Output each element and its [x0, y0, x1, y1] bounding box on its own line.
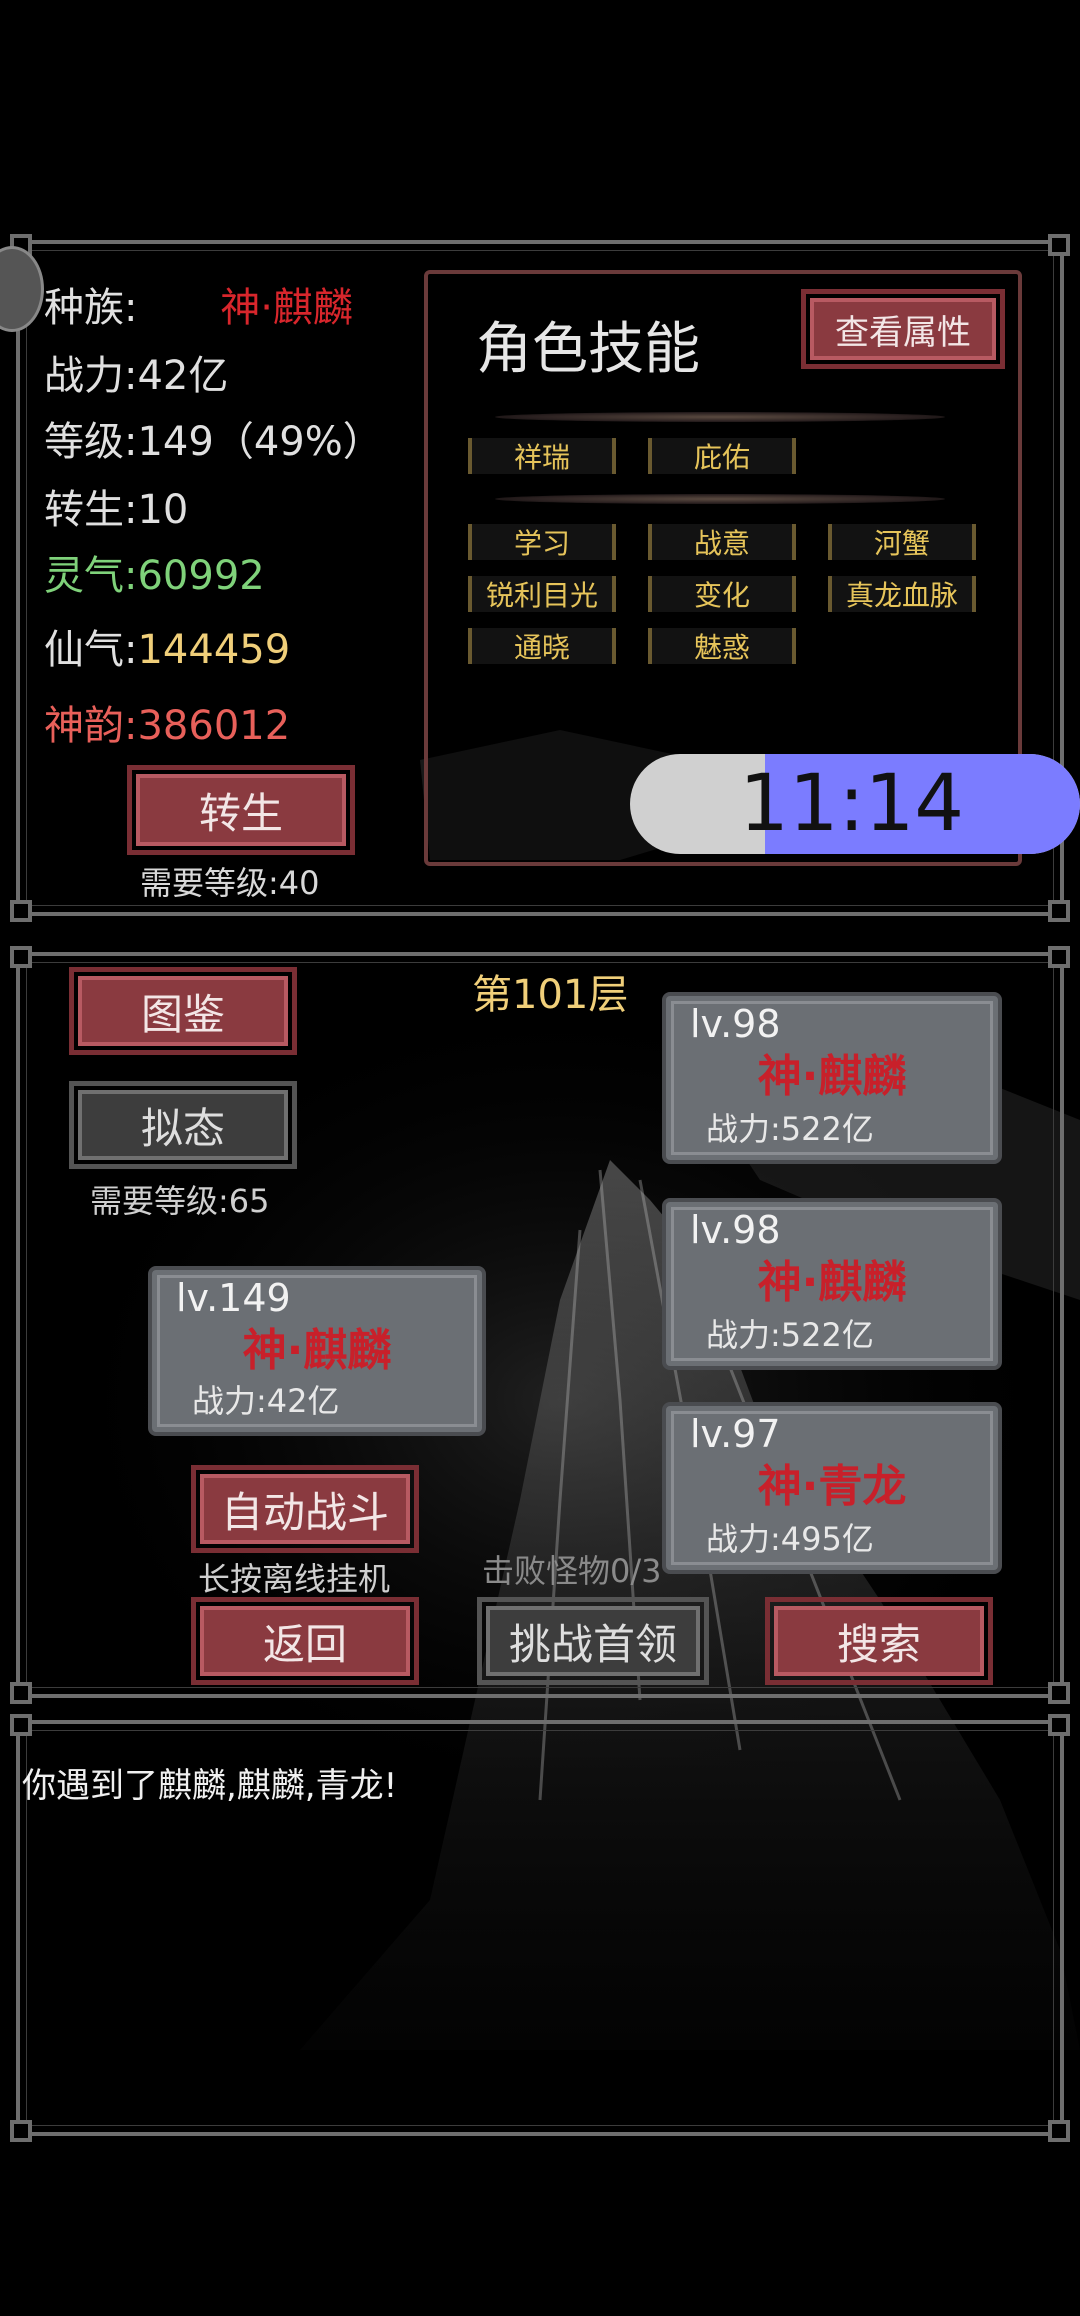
skills-title: 角色技能 — [476, 317, 700, 382]
rebirth-button[interactable]: 转生 — [127, 765, 355, 855]
mimic-requirement: 需要等级:65 — [90, 1182, 270, 1220]
panel-corner — [10, 1682, 32, 1704]
player-card[interactable]: lv.149 神·麒麟 战力:42亿 — [148, 1266, 486, 1436]
skill-chip-ruili[interactable]: 锐利目光 — [468, 576, 616, 612]
panel-corner — [10, 900, 32, 922]
skill-chip-meihuo[interactable]: 魅惑 — [648, 628, 796, 664]
mimic-button[interactable]: 拟态 — [69, 1081, 297, 1169]
skill-chip-xiangrui[interactable]: 祥瑞 — [468, 438, 616, 474]
clock-time: 11:14 — [739, 759, 964, 849]
skill-divider — [495, 494, 945, 504]
panel-corner — [10, 1714, 32, 1736]
codex-button[interactable]: 图鉴 — [69, 967, 297, 1055]
shenyun-row: 神韵:386012 — [44, 703, 291, 749]
panel-corner — [10, 946, 32, 968]
player-power: 战力:42亿 — [192, 1382, 340, 1420]
skill-chip-xuexi[interactable]: 学习 — [468, 524, 616, 560]
player-name: 神·麒麟 — [242, 1325, 392, 1376]
skill-chip-zhanyi[interactable]: 战意 — [648, 524, 796, 560]
panel-corner — [1048, 946, 1070, 968]
panel-corner — [1048, 1714, 1070, 1736]
enemy-power: 战力:522亿 — [706, 1316, 874, 1354]
auto-battle-hint: 长按离线挂机 — [198, 1560, 391, 1598]
defeat-progress: 击败怪物0/3 — [482, 1552, 662, 1590]
panel-corner — [1048, 2120, 1070, 2142]
log-message: 你遇到了麒麟,麒麟,青龙! — [22, 1766, 398, 1806]
clock-widget: 11:14 — [630, 754, 1080, 854]
auto-battle-button[interactable]: 自动战斗 — [191, 1465, 419, 1553]
panel-corner — [1048, 900, 1070, 922]
level-row: 等级:149（49%） — [44, 419, 383, 465]
rebirth-row: 转生:10 — [44, 487, 189, 533]
skill-chip-biyou[interactable]: 庇佑 — [648, 438, 796, 474]
power-row: 战力:42亿 — [44, 353, 229, 399]
view-attributes-button[interactable]: 查看属性 — [801, 289, 1005, 369]
search-button[interactable]: 搜索 — [765, 1597, 993, 1685]
skill-chip-zhenlong[interactable]: 真龙血脉 — [828, 576, 976, 612]
challenge-boss-button[interactable]: 挑战首领 — [477, 1597, 709, 1685]
skill-chip-tongxiao[interactable]: 通晓 — [468, 628, 616, 664]
xianqi-row: 仙气:144459 — [44, 627, 291, 673]
enemy-name: 神·麒麟 — [757, 1051, 907, 1102]
race-row: 种族: 神·麒麟 — [44, 285, 353, 331]
enemy-power: 战力:495亿 — [706, 1520, 874, 1558]
back-button[interactable]: 返回 — [191, 1597, 419, 1685]
panel-corner — [10, 2120, 32, 2142]
panel-corner — [1048, 1682, 1070, 1704]
skill-chip-hexie[interactable]: 河蟹 — [828, 524, 976, 560]
enemy-power: 战力:522亿 — [706, 1110, 874, 1148]
floor-label: 第101层 — [472, 972, 629, 1018]
enemy-card[interactable]: lv.98 神·麒麟 战力:522亿 — [662, 1198, 1002, 1370]
lingqi-row: 灵气:60992 — [44, 553, 265, 599]
skill-chip-bianhua[interactable]: 变化 — [648, 576, 796, 612]
skill-divider — [495, 412, 945, 422]
panel-corner — [1048, 234, 1070, 256]
enemy-name: 神·青龙 — [757, 1461, 907, 1512]
rebirth-requirement: 需要等级:40 — [140, 864, 320, 902]
enemy-name: 神·麒麟 — [757, 1257, 907, 1308]
enemy-card[interactable]: lv.97 神·青龙 战力:495亿 — [662, 1402, 1002, 1574]
enemy-card[interactable]: lv.98 神·麒麟 战力:522亿 — [662, 992, 1002, 1164]
race-value: 神·麒麟 — [220, 285, 353, 331]
